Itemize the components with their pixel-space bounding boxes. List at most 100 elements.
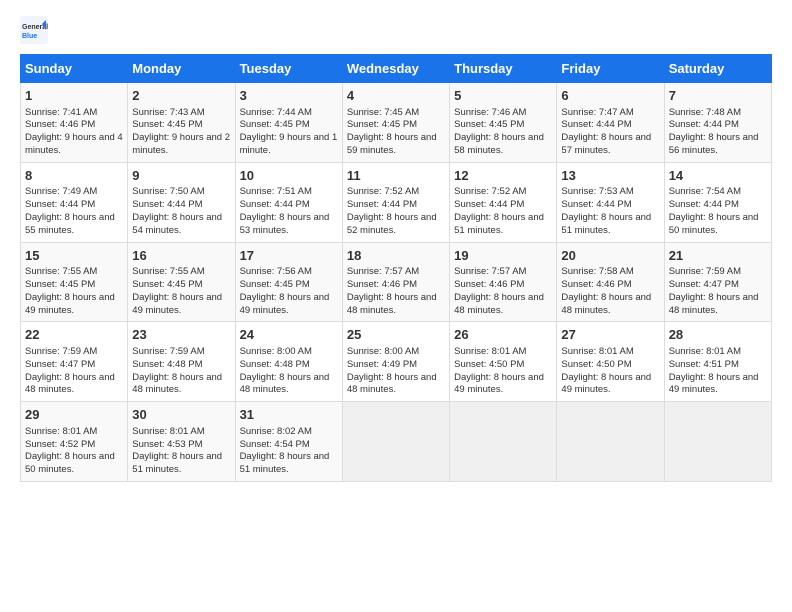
day-info: Sunset: 4:45 PM (132, 119, 230, 132)
calendar-cell: 17Sunrise: 7:56 AMSunset: 4:45 PMDayligh… (235, 242, 342, 322)
day-info: Daylight: 8 hours and 48 minutes. (132, 372, 230, 398)
calendar-cell (664, 402, 771, 482)
page: General Blue SundayMondayTuesdayWednesda… (0, 0, 792, 492)
header: General Blue (20, 16, 772, 44)
calendar-cell: 31Sunrise: 8:02 AMSunset: 4:54 PMDayligh… (235, 402, 342, 482)
day-number: 2 (132, 87, 230, 105)
day-info: Sunrise: 8:00 AM (347, 346, 445, 359)
day-info: Daylight: 8 hours and 56 minutes. (669, 132, 767, 158)
calendar-cell: 19Sunrise: 7:57 AMSunset: 4:46 PMDayligh… (450, 242, 557, 322)
day-info: Daylight: 8 hours and 50 minutes. (25, 451, 123, 477)
day-info: Sunset: 4:48 PM (132, 359, 230, 372)
day-info: Sunrise: 7:57 AM (347, 266, 445, 279)
day-number: 27 (561, 326, 659, 344)
calendar-cell: 7Sunrise: 7:48 AMSunset: 4:44 PMDaylight… (664, 83, 771, 163)
calendar-cell: 2Sunrise: 7:43 AMSunset: 4:45 PMDaylight… (128, 83, 235, 163)
calendar-cell: 20Sunrise: 7:58 AMSunset: 4:46 PMDayligh… (557, 242, 664, 322)
calendar-cell: 10Sunrise: 7:51 AMSunset: 4:44 PMDayligh… (235, 162, 342, 242)
day-info: Sunset: 4:48 PM (240, 359, 338, 372)
day-info: Sunrise: 8:01 AM (25, 426, 123, 439)
day-info: Daylight: 8 hours and 49 minutes. (240, 292, 338, 318)
day-number: 16 (132, 247, 230, 265)
col-header-sunday: Sunday (21, 55, 128, 83)
day-info: Sunset: 4:54 PM (240, 439, 338, 452)
day-info: Sunset: 4:45 PM (132, 279, 230, 292)
day-number: 6 (561, 87, 659, 105)
day-number: 20 (561, 247, 659, 265)
day-number: 26 (454, 326, 552, 344)
day-info: Sunset: 4:44 PM (669, 199, 767, 212)
day-number: 29 (25, 406, 123, 424)
day-info: Daylight: 8 hours and 58 minutes. (454, 132, 552, 158)
calendar-cell (557, 402, 664, 482)
day-info: Sunrise: 7:48 AM (669, 107, 767, 120)
calendar-cell (342, 402, 449, 482)
day-info: Daylight: 8 hours and 49 minutes. (669, 372, 767, 398)
day-info: Sunrise: 7:52 AM (347, 186, 445, 199)
day-number: 19 (454, 247, 552, 265)
day-info: Daylight: 9 hours and 2 minutes. (132, 132, 230, 158)
day-number: 3 (240, 87, 338, 105)
day-info: Daylight: 8 hours and 48 minutes. (25, 372, 123, 398)
day-info: Sunset: 4:49 PM (347, 359, 445, 372)
day-number: 30 (132, 406, 230, 424)
col-header-friday: Friday (557, 55, 664, 83)
day-info: Sunset: 4:50 PM (454, 359, 552, 372)
day-info: Sunset: 4:53 PM (132, 439, 230, 452)
day-info: Sunset: 4:47 PM (669, 279, 767, 292)
calendar-cell: 14Sunrise: 7:54 AMSunset: 4:44 PMDayligh… (664, 162, 771, 242)
calendar-cell: 13Sunrise: 7:53 AMSunset: 4:44 PMDayligh… (557, 162, 664, 242)
day-info: Sunrise: 8:00 AM (240, 346, 338, 359)
day-number: 1 (25, 87, 123, 105)
day-number: 18 (347, 247, 445, 265)
day-info: Sunset: 4:44 PM (561, 119, 659, 132)
day-info: Daylight: 8 hours and 48 minutes. (240, 372, 338, 398)
day-info: Sunrise: 7:51 AM (240, 186, 338, 199)
day-info: Sunset: 4:44 PM (240, 199, 338, 212)
day-number: 5 (454, 87, 552, 105)
day-info: Daylight: 8 hours and 49 minutes. (25, 292, 123, 318)
day-info: Sunset: 4:52 PM (25, 439, 123, 452)
day-number: 21 (669, 247, 767, 265)
day-info: Daylight: 8 hours and 51 minutes. (240, 451, 338, 477)
header-row: SundayMondayTuesdayWednesdayThursdayFrid… (21, 55, 772, 83)
day-number: 25 (347, 326, 445, 344)
day-info: Sunrise: 7:59 AM (25, 346, 123, 359)
day-number: 11 (347, 167, 445, 185)
calendar-cell: 25Sunrise: 8:00 AMSunset: 4:49 PMDayligh… (342, 322, 449, 402)
day-info: Daylight: 8 hours and 48 minutes. (454, 292, 552, 318)
calendar-cell: 6Sunrise: 7:47 AMSunset: 4:44 PMDaylight… (557, 83, 664, 163)
day-info: Sunrise: 7:54 AM (669, 186, 767, 199)
day-info: Daylight: 8 hours and 48 minutes. (347, 292, 445, 318)
day-info: Daylight: 8 hours and 54 minutes. (132, 212, 230, 238)
day-number: 24 (240, 326, 338, 344)
day-info: Sunrise: 8:01 AM (561, 346, 659, 359)
day-info: Sunset: 4:44 PM (25, 199, 123, 212)
day-info: Daylight: 8 hours and 51 minutes. (561, 212, 659, 238)
day-info: Sunrise: 7:45 AM (347, 107, 445, 120)
calendar-cell: 23Sunrise: 7:59 AMSunset: 4:48 PMDayligh… (128, 322, 235, 402)
calendar-cell: 21Sunrise: 7:59 AMSunset: 4:47 PMDayligh… (664, 242, 771, 322)
day-info: Daylight: 9 hours and 4 minutes. (25, 132, 123, 158)
calendar-cell: 4Sunrise: 7:45 AMSunset: 4:45 PMDaylight… (342, 83, 449, 163)
day-info: Sunrise: 8:01 AM (454, 346, 552, 359)
calendar-cell: 12Sunrise: 7:52 AMSunset: 4:44 PMDayligh… (450, 162, 557, 242)
day-number: 22 (25, 326, 123, 344)
week-row-4: 22Sunrise: 7:59 AMSunset: 4:47 PMDayligh… (21, 322, 772, 402)
day-info: Daylight: 8 hours and 59 minutes. (347, 132, 445, 158)
calendar-cell: 28Sunrise: 8:01 AMSunset: 4:51 PMDayligh… (664, 322, 771, 402)
day-info: Daylight: 8 hours and 57 minutes. (561, 132, 659, 158)
day-info: Sunset: 4:46 PM (25, 119, 123, 132)
day-info: Sunset: 4:45 PM (25, 279, 123, 292)
day-info: Sunrise: 7:58 AM (561, 266, 659, 279)
day-info: Sunset: 4:44 PM (669, 119, 767, 132)
day-info: Daylight: 8 hours and 55 minutes. (25, 212, 123, 238)
day-info: Sunrise: 7:41 AM (25, 107, 123, 120)
day-number: 8 (25, 167, 123, 185)
day-info: Daylight: 8 hours and 51 minutes. (454, 212, 552, 238)
calendar-cell: 3Sunrise: 7:44 AMSunset: 4:45 PMDaylight… (235, 83, 342, 163)
day-info: Sunrise: 7:49 AM (25, 186, 123, 199)
day-info: Daylight: 8 hours and 53 minutes. (240, 212, 338, 238)
day-info: Sunset: 4:44 PM (561, 199, 659, 212)
calendar-table: SundayMondayTuesdayWednesdayThursdayFrid… (20, 54, 772, 482)
